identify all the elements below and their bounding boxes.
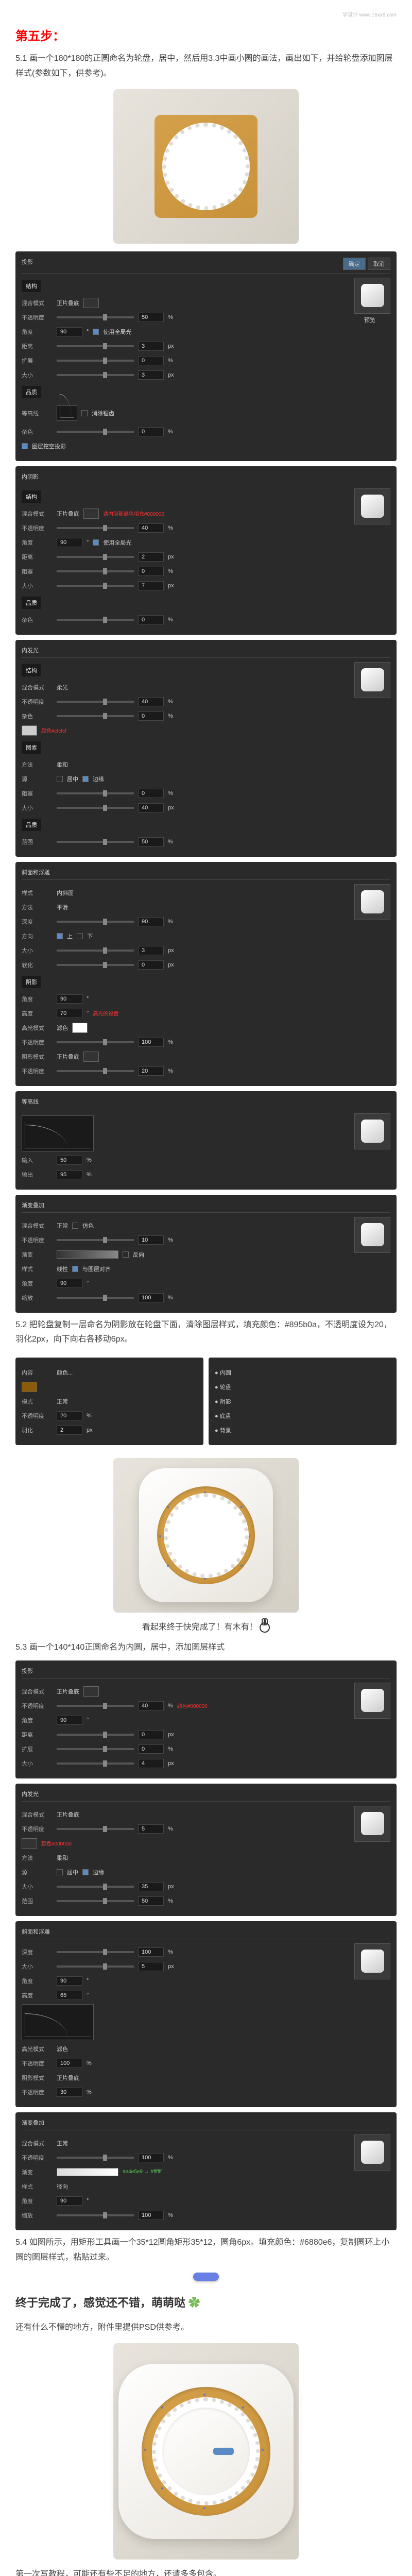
opacity-slider[interactable] <box>57 316 134 318</box>
step5-1-text: 5.1 画一个180*180的正圆命名为轮盘，居中，然后用3.3中画小圆的画法，… <box>15 52 397 81</box>
dial-preview-2 <box>113 1458 299 1613</box>
step5-4-text: 5.4 如图所示，用矩形工具画一个35*12圆角矩形35*12，圆角6px。填充… <box>15 2235 397 2265</box>
psd-note: 还有什么不懂的地方，附件里提供PSD供参考。 <box>15 2320 397 2335</box>
step5-title: 第五步： <box>15 26 397 44</box>
elements-label: 图素 <box>22 741 41 754</box>
red-note: 请内阴影颜色填充#000000 <box>103 510 164 517</box>
ps-panel-gradient: 渐变叠加 混合模式正常 仿色 不透明度% 渐变反向 样式线性 与图层对齐 角度°… <box>15 1195 397 1313</box>
global-light-check[interactable] <box>93 329 99 335</box>
ps-panel-innershadow: 内阴影 结构 混合模式正片叠底请内阴影颜色填充#000000 不透明度% 角度°… <box>15 466 397 635</box>
ps-panel-dropshadow: 投影 确定取消 结构 混合模式正片叠底 不透明度% 角度° 使用全局光 距离px… <box>15 251 397 461</box>
cancel-button[interactable]: 取消 <box>368 258 390 270</box>
preview-thumb <box>354 278 390 314</box>
red-highlight: 高光的设置 <box>93 1009 118 1017</box>
ps-panel-ig2: 内发光 混合模式正片叠底 不透明度% 颜色#000000 方法柔和 源居中 边缘… <box>15 1784 397 1916</box>
panel-title: 投影 <box>22 258 33 270</box>
ps-panel-grad2: 渐变叠加 混合模式正常 不透明度% 渐变 #e4e5e9 → #ffffff 样… <box>15 2112 397 2230</box>
ps-fill-panel: 内容颜色... 模式正常 不透明度% 羽化px <box>15 1358 203 1445</box>
dial-preview-1 <box>113 89 299 244</box>
opacity-input[interactable] <box>138 313 164 322</box>
ps-panel-ds2: 投影 混合模式正片叠底 不透明度% 颜色#000000 角度° 距离px 扩展%… <box>15 1660 397 1778</box>
done-text: 终于完成了，感觉还不错，萌萌哒 ✿ <box>15 2294 397 2310</box>
bunny-icon <box>260 1622 270 1633</box>
handle-preview <box>15 2273 397 2283</box>
mid-text: 看起来终于快完成了！有木有！ <box>15 1620 397 1635</box>
ps-panel-contour: 等高线 输入% 输出% <box>15 1091 397 1190</box>
ps-layers-panel: ● 内圆 ● 轮盘 ● 阴影 ● 底盘 ● 背景 <box>209 1358 397 1445</box>
final-preview <box>113 2343 299 2560</box>
structure-label: 结构 <box>22 280 41 292</box>
color-swatch[interactable] <box>83 298 99 308</box>
ps-panel-bevel: 斜面和浮雕 样式内斜面 方法平滑 深度% 方向上 下 大小px 软化px 阴影 … <box>15 862 397 1086</box>
contour-curve[interactable] <box>22 1115 94 1151</box>
watermark: 学设计 www.16xx8.com <box>15 10 397 18</box>
step5-3-text: 5.3 画一个140*140正圆命名为内圆，居中，添加图层样式 <box>15 1640 397 1655</box>
brown-swatch[interactable] <box>22 1382 37 1392</box>
ps-panel-innerglow: 内发光 结构 混合模式柔光 不透明度% 杂色% 颜色#cfcfcf 图素 方法柔… <box>15 640 397 857</box>
ps-panel-bevel2: 斜面和浮雕 深度% 大小px 角度° 高度° 高光模式滤色 不透明度% 阴影模式… <box>15 1921 397 2107</box>
gradient-bar[interactable] <box>57 1250 118 1259</box>
angle-input[interactable] <box>57 327 82 336</box>
ok-button[interactable]: 确定 <box>343 258 366 270</box>
closing-text: 第一次写教程，可能还有些不足的地方，还请多多包含。 <box>15 2567 397 2576</box>
step5-2-text: 5.2 把轮盘复制一层命名为阴影放在轮盘下面，清除图层样式，填充颜色：#895b… <box>15 1318 397 1348</box>
